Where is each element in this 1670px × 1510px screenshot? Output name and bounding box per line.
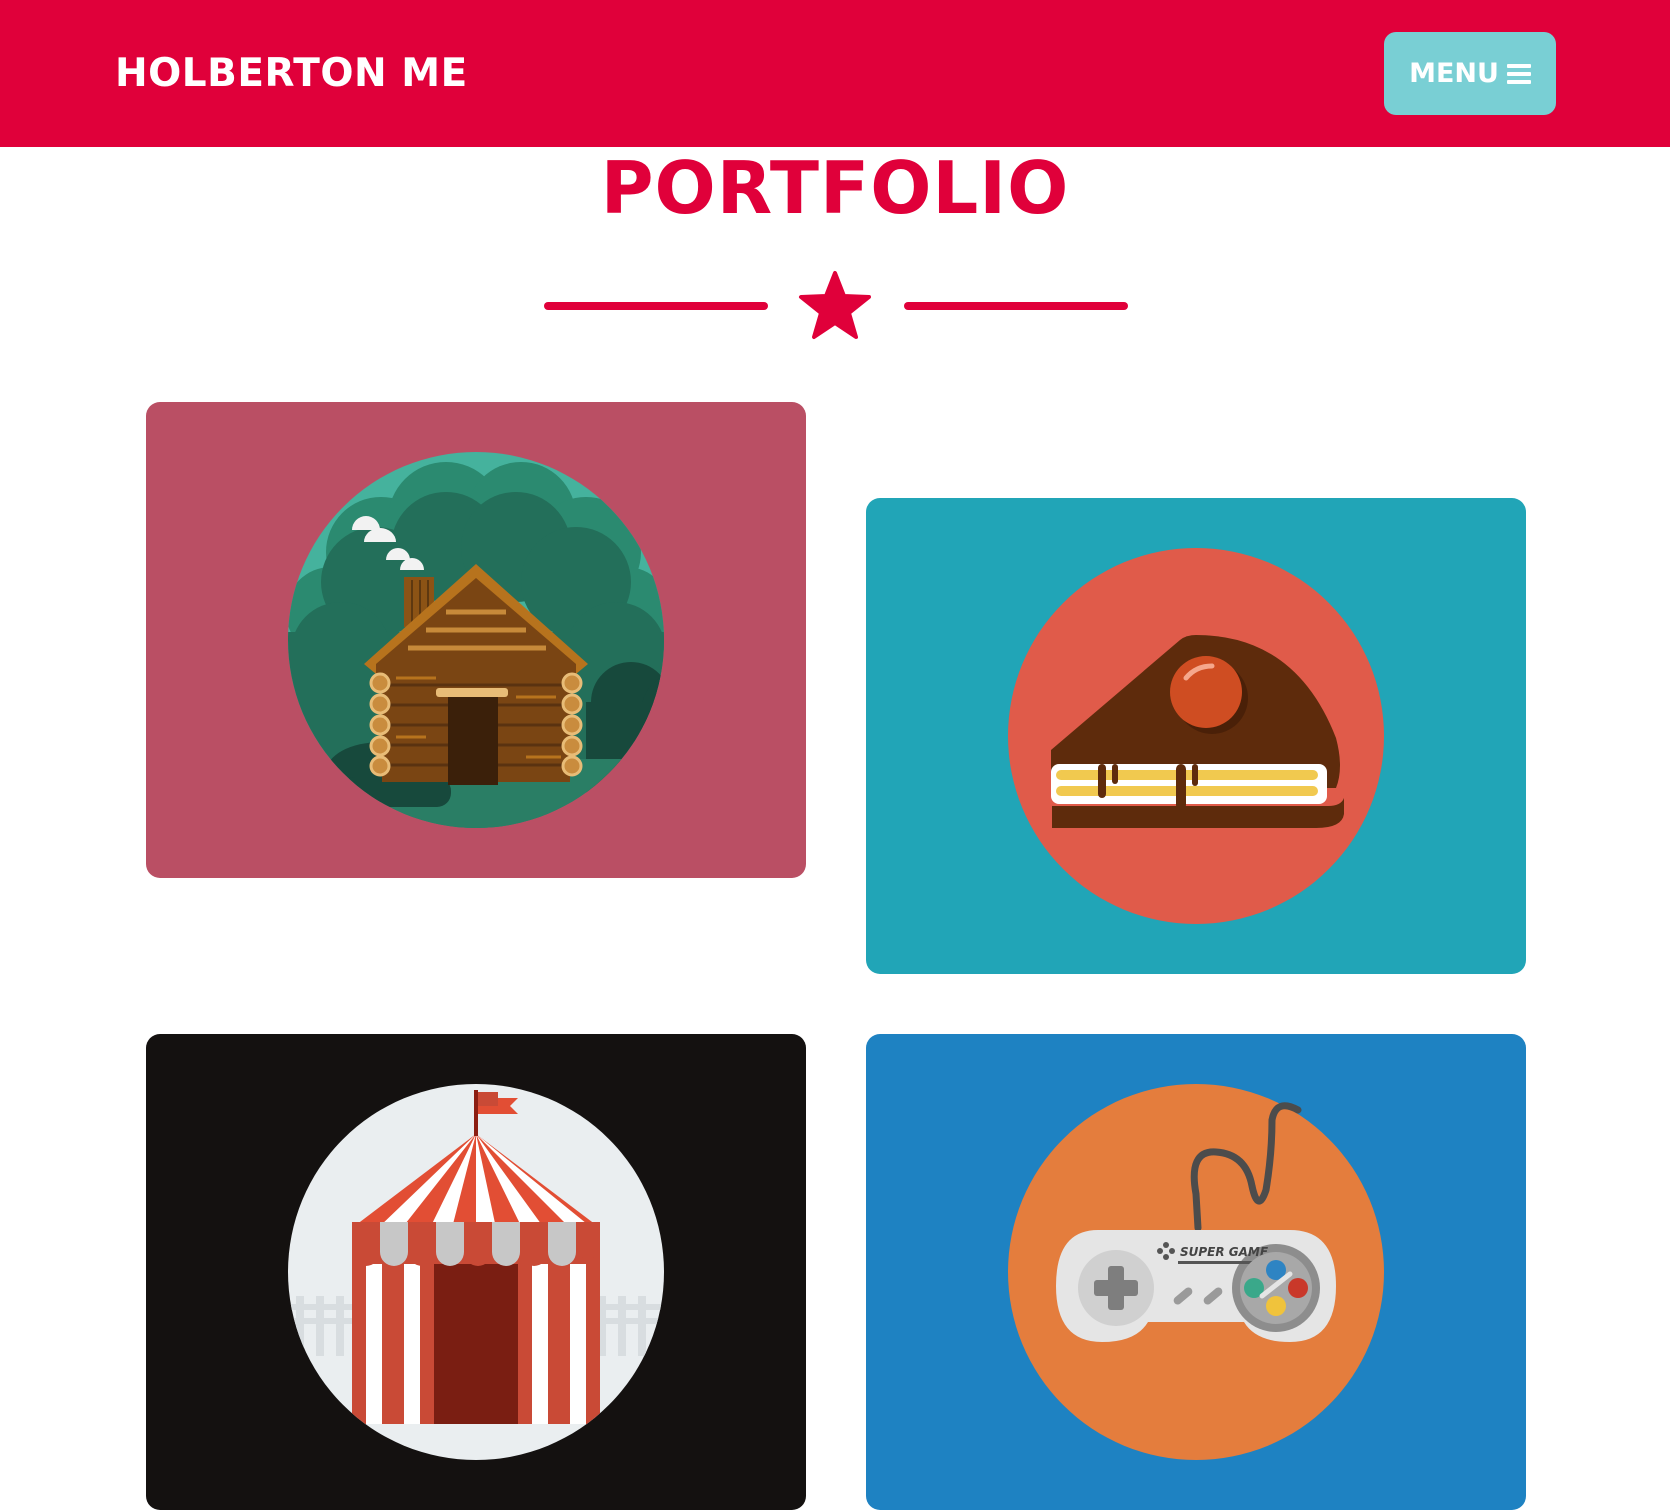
star-icon: [799, 271, 871, 339]
portfolio-item-log-cabin[interactable]: [146, 402, 806, 878]
brand-logo-text[interactable]: HOLBERTON ME: [115, 48, 468, 100]
page-title: PORTFOLIO: [600, 146, 1070, 230]
controller-label: SUPER GAME: [1180, 1245, 1269, 1259]
log-cabin-icon: [146, 402, 806, 878]
cake-slice-icon: [866, 498, 1526, 974]
menu-button-label: MENU: [1409, 58, 1499, 89]
divider-line-left: [544, 302, 768, 310]
portfolio-item-game-controller[interactable]: SUPER GAME: [866, 1034, 1526, 1510]
navbar: HOLBERTON ME MENU: [0, 0, 1670, 147]
hamburger-icon: [1506, 63, 1531, 84]
menu-button[interactable]: MENU: [1384, 32, 1556, 115]
game-controller-icon: SUPER GAME: [866, 1034, 1526, 1510]
circus-tent-icon: [146, 1034, 806, 1510]
divider-line-right: [904, 302, 1128, 310]
portfolio-item-cake-slice[interactable]: [866, 498, 1526, 974]
portfolio-item-circus-tent[interactable]: [146, 1034, 806, 1510]
